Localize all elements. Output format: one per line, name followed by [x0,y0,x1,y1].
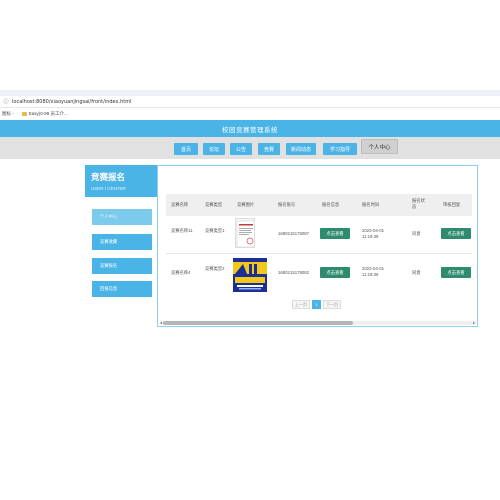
view-info-button[interactable]: 点击查看 [320,228,350,239]
site-header: 校园竞赛管理系统 [0,120,500,137]
cell-type: 竞赛类型1 [205,228,225,233]
col-header-name: 竞赛名称 [171,202,189,207]
prev-page-button[interactable]: 上一页 [292,300,310,309]
page-1-button[interactable]: 1 [312,300,321,309]
sidebar-header: 竞赛报名 USER / CENTER [85,165,157,197]
sidebar-item-registration[interactable]: 竞赛报名 [92,258,152,274]
competition-thumbnail [235,218,255,248]
view-reply-button[interactable]: 点击查看 [441,267,471,278]
bookmark-label: 图标 - [2,110,14,116]
cell-name: 竞赛名称11 [171,228,193,233]
cell-account: 1680215179087 [278,231,310,236]
cell-name: 竞赛名称4 [171,270,191,275]
cell-status: 同意 [412,231,421,236]
nav-competition[interactable]: 竞赛 [258,143,280,155]
scrollbar-thumb[interactable] [163,321,353,325]
col-header-status: 报名状态 [412,198,425,209]
pagination: 上一页 1 下一页 [292,300,341,309]
cell-account: 1680215179082 [278,270,310,275]
bookmark-folder[interactable]: Easy(0-99 员工介... [21,110,68,117]
sidebar-title: 竞赛报名 [91,172,126,182]
nav-user-center[interactable]: 个人中心 [361,139,398,154]
scroll-right-icon[interactable]: ▸ [473,321,476,325]
cell-time: 2023-04-01 11:19:39 [362,266,384,277]
col-header-info: 报名信息 [322,202,340,207]
url-text[interactable]: localhost:8080/xiaoyuanjingsai/front/ind… [12,99,131,105]
certificate-image [236,220,254,247]
col-header-type: 竞赛类型 [205,202,223,207]
folder-icon [21,111,27,116]
sidebar-item-user-center[interactable]: 个人中心 [92,209,152,225]
col-header-time: 报名时间 [362,202,380,207]
registration-table-panel: 竞赛名称 竞赛类型 竞赛图片 报名账号 报名信息 报名时间 报名状态 审核回复 … [157,165,478,327]
bookmarks-bar: 图标 - Easy(0-99 员工介... [0,108,500,119]
view-reply-button[interactable]: 点击查看 [441,228,471,239]
bookmark-label: Easy(0-99 员工介... [28,110,68,116]
cell-type: 竞赛类型2 [205,266,225,271]
poster-image [233,258,267,292]
col-header-reply: 审核回复 [443,202,461,207]
main-nav: 首页 论坛 公告 竞赛 新闻动态 学习指导 个人中心 [0,137,500,159]
nav-forum[interactable]: 论坛 [203,143,225,155]
view-info-button[interactable]: 点击查看 [320,267,350,278]
sidebar-menu: 个人中心 竞赛收藏 竞赛报名 回报信息 [85,197,157,317]
row-divider [166,253,472,254]
address-bar[interactable]: ⓘ localhost:8080/xiaoyuanjingsai/front/i… [0,96,500,108]
col-header-image: 竞赛图片 [237,202,255,207]
site-title: 校园竞赛管理系统 [222,126,278,134]
nav-guide[interactable]: 学习指导 [323,143,357,155]
cell-time: 2023-04-01 11:19:39 [362,228,384,239]
next-page-button[interactable]: 下一页 [323,300,341,309]
horizontal-scrollbar[interactable]: ◂ ▸ [160,321,476,325]
sidebar-subtitle: USER / CENTER [91,186,126,191]
nav-notice[interactable]: 公告 [230,143,252,155]
cell-status: 同意 [412,270,421,275]
nav-news[interactable]: 新闻动态 [286,143,316,155]
info-icon[interactable]: ⓘ [3,98,9,105]
sidebar-item-feedback[interactable]: 回报信息 [92,281,152,297]
page-root: ⓘ localhost:8080/xiaoyuanjingsai/front/i… [0,0,500,500]
competition-thumbnail [233,258,267,292]
nav-home[interactable]: 首页 [174,143,198,155]
sidebar-item-favorites[interactable]: 竞赛收藏 [92,234,152,250]
bookmark-apps[interactable]: 图标 - [2,111,14,117]
col-header-account: 报名账号 [278,202,296,207]
